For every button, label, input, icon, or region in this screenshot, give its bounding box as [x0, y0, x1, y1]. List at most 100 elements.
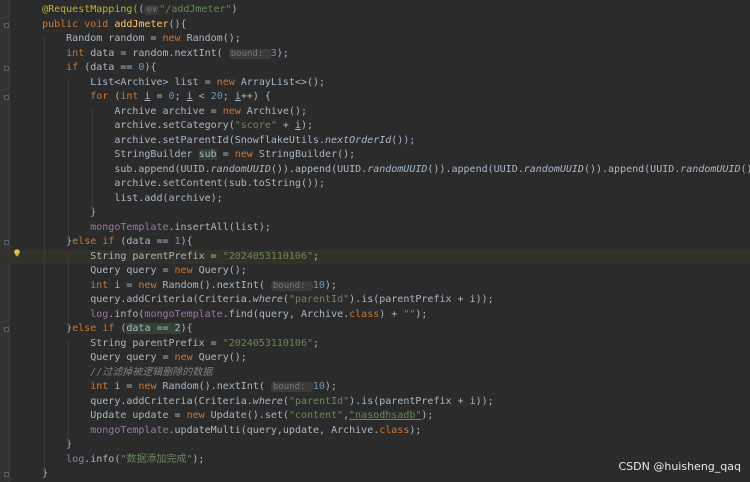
- code-line[interactable]: if (data == 0){: [0, 61, 740, 76]
- code-line[interactable]: Random random = new Random();: [0, 32, 740, 47]
- indent-guide: [92, 107, 94, 209]
- code-token: }: [66, 439, 73, 450]
- code-line[interactable]: archive.setCategory("score" + i);: [0, 119, 740, 134]
- code-line[interactable]: @RequestMapping((⊙∨ "/addJmeter"): [0, 3, 740, 18]
- code-token: <: [192, 91, 211, 102]
- code-line[interactable]: archive.setParentId(SnowflakeUtils.nextO…: [0, 134, 740, 149]
- code-token: ++) {: [240, 91, 271, 102]
- code-token: Update().set(: [210, 410, 289, 421]
- code-token: @RequestMapping(: [42, 4, 139, 15]
- code-token: archive.setCategory(: [114, 120, 235, 131]
- code-token: ).is(parentPrefix + i));: [349, 294, 494, 305]
- code-token: i =: [114, 381, 139, 392]
- code-token: );: [324, 381, 337, 392]
- code-token: else if: [72, 323, 121, 334]
- code-token: bound:: [270, 382, 313, 392]
- code-line[interactable]: Update update = new Update().set("conten…: [0, 409, 740, 424]
- code-line[interactable]: }: [0, 206, 740, 221]
- code-token: ): [231, 4, 238, 15]
- code-line[interactable]: List<Archive> list = new ArrayList<>();: [0, 76, 740, 91]
- code-token: );: [415, 308, 428, 320]
- code-line[interactable]: sub.append(UUID.randomUUID()).append(UUI…: [0, 163, 750, 178]
- code-token: Query();: [198, 265, 247, 276]
- code-token: .insertAll(list);: [168, 221, 271, 233]
- code-token: randomUUID: [680, 163, 741, 175]
- code-token: ⊙∨: [144, 5, 160, 15]
- code-line[interactable]: query.addCriteria(Criteria.where("parent…: [0, 395, 740, 410]
- code-token: int: [120, 91, 145, 102]
- code-line[interactable]: Query query = new Query();: [0, 264, 740, 279]
- code-token: Archive archive =: [114, 105, 223, 117]
- code-token: else if: [72, 236, 121, 247]
- code-token: data == 2: [126, 323, 181, 334]
- code-line[interactable]: //过滤掉被逻辑删除的数据: [0, 366, 740, 381]
- code-line[interactable]: query.addCriteria(Criteria.where("parent…: [0, 293, 740, 308]
- code-line[interactable]: Archive archive = new Archive();: [0, 105, 740, 120]
- code-token: (data ==: [120, 236, 175, 247]
- code-line[interactable]: StringBuilder sub = new StringBuilder();: [0, 148, 740, 163]
- code-token: Random().nextInt(: [162, 279, 271, 291]
- code-token: new: [138, 381, 163, 392]
- code-token: Update update =: [90, 410, 187, 421]
- code-line[interactable]: int data = random.nextInt( bound: 3);: [0, 47, 740, 62]
- indent-guide: [44, 35, 46, 470]
- code-token: );: [409, 424, 422, 436]
- code-token: new: [222, 105, 247, 117]
- code-token: ;: [313, 337, 320, 349]
- code-token: new: [174, 352, 199, 363]
- code-token: ());: [740, 163, 750, 175]
- code-token: String parentPrefix =: [90, 250, 223, 262]
- code-token: log: [90, 308, 109, 320]
- code-line[interactable]: }: [0, 438, 740, 453]
- lightbulb-icon[interactable]: [13, 249, 21, 257]
- code-line[interactable]: mongoTemplate.insertAll(list);: [0, 221, 740, 236]
- code-token: new: [174, 265, 199, 276]
- code-token: data = random.nextInt(: [90, 47, 229, 59]
- code-token: ()).append(UUID.: [427, 163, 524, 175]
- code-token: new: [234, 149, 259, 160]
- code-line[interactable]: }else if (data == 1){: [0, 235, 740, 250]
- code-token: new: [138, 279, 163, 291]
- code-line[interactable]: for (int i = 0; i < 20; i++) {: [0, 90, 740, 105]
- code-token: 10: [312, 381, 325, 392]
- code-token: i =: [114, 279, 139, 291]
- code-token: "": [403, 308, 416, 320]
- code-token: String parentPrefix =: [90, 337, 223, 349]
- code-line[interactable]: log.info(mongoTemplate.find(query, Archi…: [0, 308, 740, 323]
- code-token: ).is(parentPrefix + i));: [349, 395, 494, 407]
- code-line[interactable]: public void addJmeter(){: [0, 18, 740, 33]
- code-token: Query query =: [90, 265, 175, 276]
- code-token: randomUUID: [367, 163, 428, 175]
- code-line[interactable]: archive.setContent(sub.toString());: [0, 177, 740, 192]
- csdn-watermark: CSDN @huisheng_qaq: [618, 460, 742, 473]
- code-token: .info(: [84, 453, 121, 465]
- code-line[interactable]: String parentPrefix = "2024053110106";: [0, 249, 750, 264]
- code-token: if: [66, 62, 85, 73]
- code-token: ;: [174, 91, 187, 102]
- code-token: Random().nextInt(: [162, 381, 271, 392]
- code-token: int: [90, 279, 115, 291]
- code-token: class: [349, 308, 380, 320]
- code-token: ()).append(UUID.: [270, 163, 368, 175]
- code-line[interactable]: }else if (data == 2){: [0, 322, 740, 337]
- code-token: =: [150, 91, 169, 102]
- code-token: int: [66, 47, 91, 59]
- code-token: query.addCriteria(Criteria.: [90, 395, 253, 407]
- code-token: Archive();: [246, 105, 307, 117]
- code-token: StringBuilder();: [258, 149, 356, 160]
- code-token: where: [252, 294, 283, 305]
- code-line[interactable]: Query query = new Query();: [0, 351, 740, 366]
- code-line[interactable]: int i = new Random().nextInt( bound: 10)…: [0, 279, 740, 294]
- code-token: StringBuilder: [114, 149, 199, 160]
- code-token: randomUUID: [210, 163, 271, 175]
- code-token: Query query =: [90, 352, 175, 363]
- code-token: addJmeter: [114, 18, 169, 30]
- code-token: 10: [312, 279, 325, 291]
- code-line[interactable]: mongoTemplate.updateMulti(query,update, …: [0, 424, 740, 439]
- code-token: (){: [168, 18, 187, 30]
- code-line[interactable]: int i = new Random().nextInt( bound: 10)…: [0, 380, 740, 395]
- code-line[interactable]: String parentPrefix = "2024053110106";: [0, 337, 740, 352]
- code-token: ArrayList<>();: [240, 76, 326, 88]
- code-token: randomUUID: [523, 163, 584, 175]
- code-line[interactable]: list.add(archive);: [0, 192, 740, 207]
